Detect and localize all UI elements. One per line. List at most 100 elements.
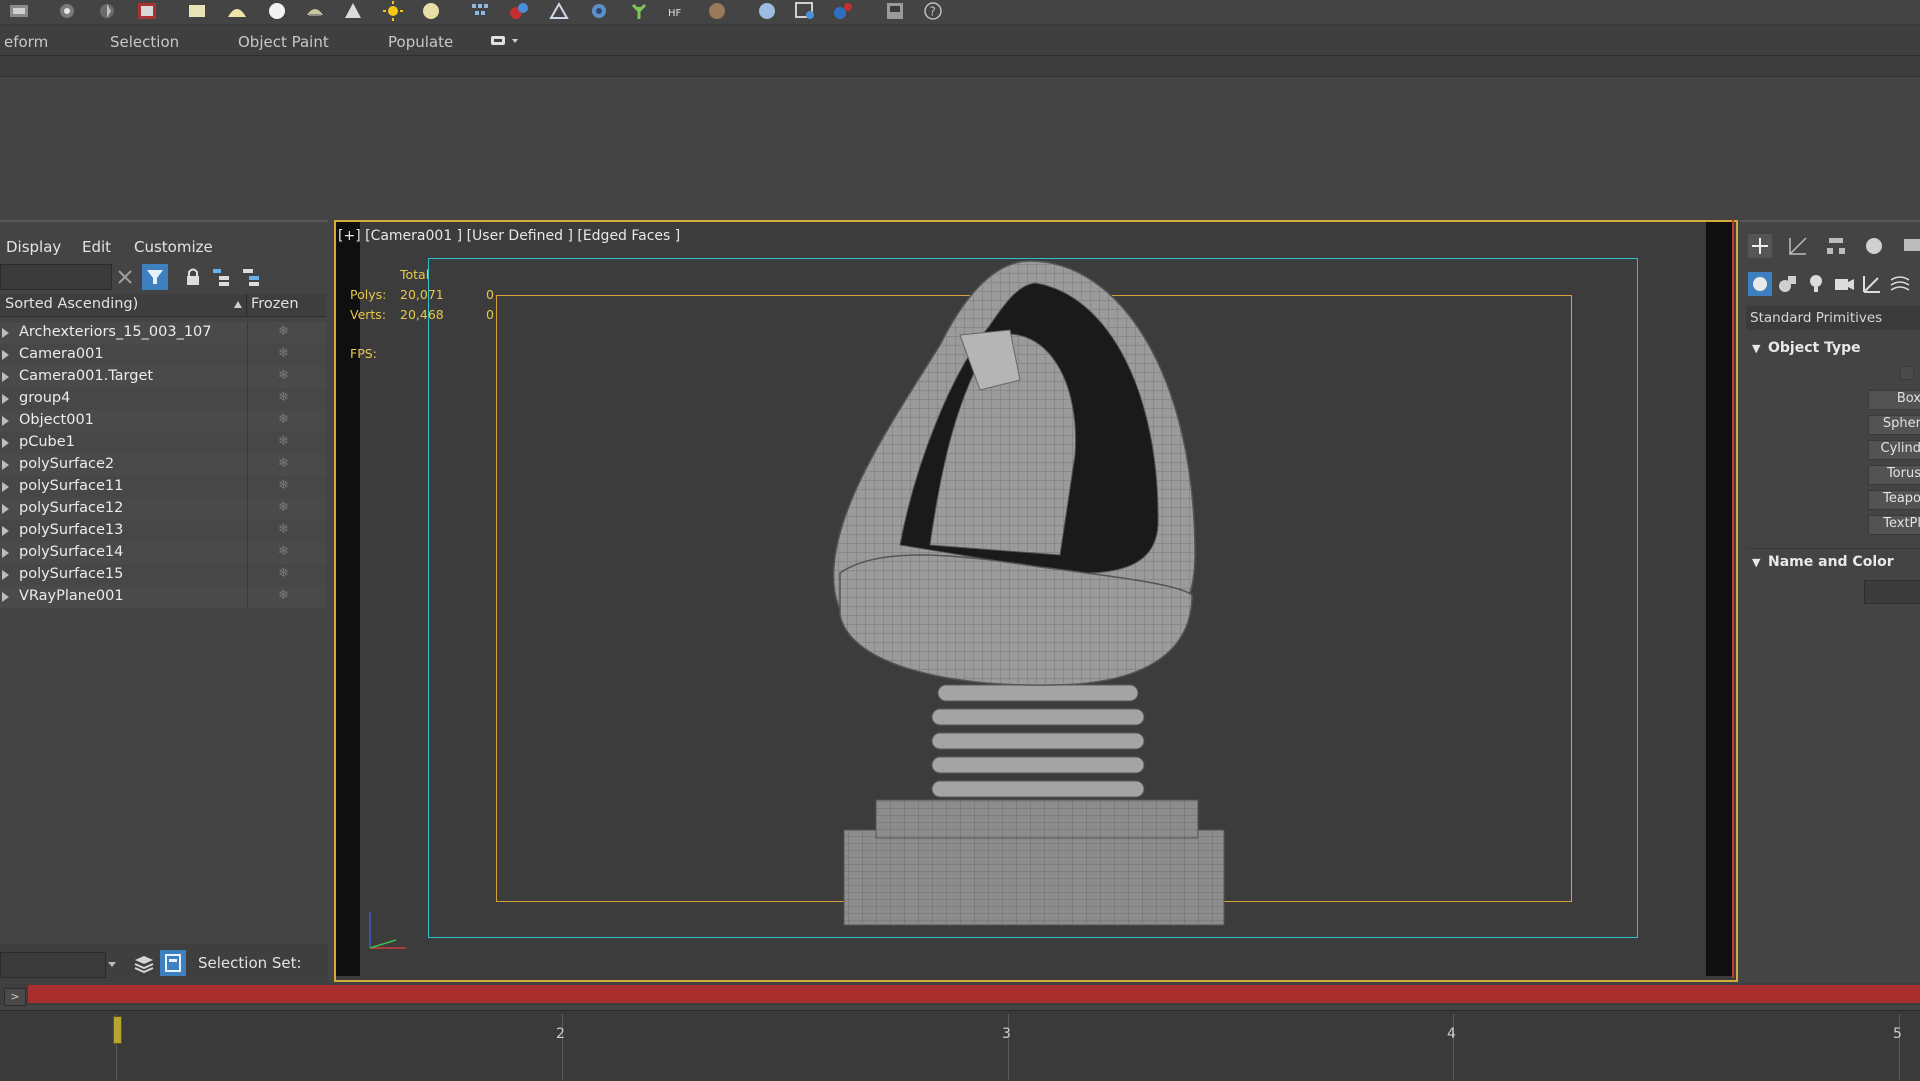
vray-render-icon[interactable] [136, 1, 158, 21]
fur-icon[interactable] [548, 1, 570, 21]
freeze-icon[interactable]: ❄ [278, 324, 289, 339]
list-item[interactable]: VRayPlane001 ❄ [0, 586, 326, 608]
list-item[interactable]: group4 ❄ [0, 388, 326, 410]
render-iterative-icon[interactable] [832, 1, 854, 21]
render-window-icon[interactable] [794, 1, 816, 21]
textplus-button[interactable]: TextPl [1868, 515, 1920, 535]
svg-text:HF: HF [668, 8, 682, 19]
dome-light-icon[interactable] [226, 1, 248, 21]
tab-freeform[interactable]: eform [4, 33, 48, 51]
freeze-icon[interactable]: ❄ [278, 544, 289, 559]
proxy-icon[interactable] [470, 1, 492, 21]
motion-tab-icon[interactable] [1862, 234, 1886, 258]
list-item[interactable]: pCube1 ❄ [0, 432, 326, 454]
torus-button[interactable]: Torus [1868, 465, 1920, 485]
collapse-icon: ▼ [1752, 556, 1761, 569]
sphere-light-icon[interactable] [266, 1, 288, 21]
list-item[interactable]: polySurface13 ❄ [0, 520, 326, 542]
freeze-icon[interactable]: ❄ [278, 390, 289, 405]
spot-light-icon[interactable] [342, 1, 364, 21]
viewport-label[interactable]: [+] [Camera001 ] [User Defined ] [Edged … [338, 228, 680, 244]
freeze-icon[interactable]: ❄ [278, 434, 289, 449]
object-name-input[interactable] [1864, 580, 1920, 604]
freeze-icon[interactable]: ❄ [278, 588, 289, 603]
spacewarps-category-icon[interactable] [1888, 272, 1912, 296]
lights-category-icon[interactable] [1804, 272, 1828, 296]
list-item[interactable]: polySurface14 ❄ [0, 542, 326, 564]
menu-edit[interactable]: Edit [82, 238, 111, 256]
chevron-down-icon[interactable] [108, 962, 116, 967]
plane-icon[interactable] [186, 1, 208, 21]
render-frame-window-icon[interactable] [884, 1, 906, 21]
create-tab-icon[interactable] [1748, 234, 1772, 258]
help-icon[interactable]: ? [922, 1, 944, 21]
layers-icon[interactable] [132, 952, 156, 976]
modify-tab-icon[interactable] [1786, 234, 1810, 258]
cylinder-button[interactable]: Cylind [1868, 440, 1920, 460]
box-button[interactable]: Box [1868, 390, 1920, 410]
tab-populate[interactable]: Populate [388, 33, 453, 51]
list-item[interactable]: polySurface15 ❄ [0, 564, 326, 586]
list-item[interactable]: Object001 ❄ [0, 410, 326, 432]
mesh-export-icon[interactable] [508, 1, 530, 21]
material-sphere-icon[interactable] [706, 1, 728, 21]
menu-customize[interactable]: Customize [134, 238, 213, 256]
render-setup-icon[interactable] [56, 1, 78, 21]
sphere-button[interactable]: Spher [1868, 415, 1920, 435]
sun-icon[interactable] [382, 1, 404, 21]
list-item[interactable]: polySurface11 ❄ [0, 476, 326, 498]
lock-icon[interactable] [180, 264, 206, 290]
shapes-category-icon[interactable] [1776, 272, 1800, 296]
helpers-category-icon[interactable] [1860, 272, 1884, 296]
expand-timeline-button[interactable]: > [4, 988, 26, 1006]
display-tab-icon[interactable] [1900, 234, 1920, 258]
tab-object-paint[interactable]: Object Paint [238, 33, 329, 51]
freeze-icon[interactable]: ❄ [278, 522, 289, 537]
plant-icon[interactable] [628, 1, 650, 21]
freeze-icon[interactable]: ❄ [278, 346, 289, 361]
list-item[interactable]: Camera001 ❄ [0, 344, 326, 366]
sort-by-hierarchy-icon[interactable] [160, 950, 186, 976]
ies-light-icon[interactable] [304, 1, 326, 21]
menu-display[interactable]: Display [6, 238, 61, 256]
hierarchy-icon[interactable] [208, 264, 234, 290]
egg-chair-model[interactable] [820, 255, 1240, 945]
tab-selection[interactable]: Selection [110, 33, 179, 51]
list-item[interactable]: polySurface12 ❄ [0, 498, 326, 520]
column-divider [247, 388, 248, 410]
frozen-column-header[interactable]: Frozen [251, 296, 299, 312]
material-editor-icon[interactable] [756, 1, 778, 21]
find-input[interactable] [0, 264, 112, 290]
cameras-category-icon[interactable] [1832, 272, 1856, 296]
hierarchy-tab-icon[interactable] [1824, 234, 1848, 258]
teapot-button[interactable]: Teapo [1868, 490, 1920, 510]
track-bar[interactable] [0, 1010, 1920, 1081]
list-item[interactable]: Camera001.Target ❄ [0, 366, 326, 388]
freeze-icon[interactable]: ❄ [278, 500, 289, 515]
hdri-icon[interactable]: HF [666, 1, 688, 21]
selection-set-dropdown[interactable] [0, 952, 106, 978]
group-icon[interactable] [2, 394, 9, 404]
teapot-render-icon[interactable] [8, 1, 30, 21]
time-slider[interactable] [28, 985, 1920, 1003]
category-dropdown[interactable]: Standard Primitives [1746, 306, 1920, 330]
freeze-icon[interactable]: ❄ [278, 412, 289, 427]
list-item[interactable]: Archexteriors_15_003_107 ❄ [0, 322, 326, 344]
geometry-category-icon[interactable] [1748, 272, 1772, 296]
freeze-icon[interactable]: ❄ [278, 456, 289, 471]
render-frame-icon[interactable] [96, 1, 118, 21]
clear-icon[interactable] [112, 264, 138, 290]
ambient-light-icon[interactable] [420, 1, 442, 21]
filter-icon[interactable] [142, 264, 168, 290]
freeze-icon[interactable]: ❄ [278, 478, 289, 493]
layer-hierarchy-icon[interactable] [238, 264, 264, 290]
freeze-icon[interactable]: ❄ [278, 368, 289, 383]
freeze-icon[interactable]: ❄ [278, 566, 289, 581]
name-column-header[interactable]: Sorted Ascending) [5, 296, 138, 312]
autogrid-checkbox[interactable] [1900, 366, 1914, 380]
ribbon-options-icon[interactable] [490, 34, 520, 48]
list-item[interactable]: polySurface2 ❄ [0, 454, 326, 476]
gear-icon[interactable] [588, 1, 610, 21]
current-frame-marker[interactable] [113, 1016, 122, 1044]
expand-icon[interactable] [2, 328, 9, 338]
